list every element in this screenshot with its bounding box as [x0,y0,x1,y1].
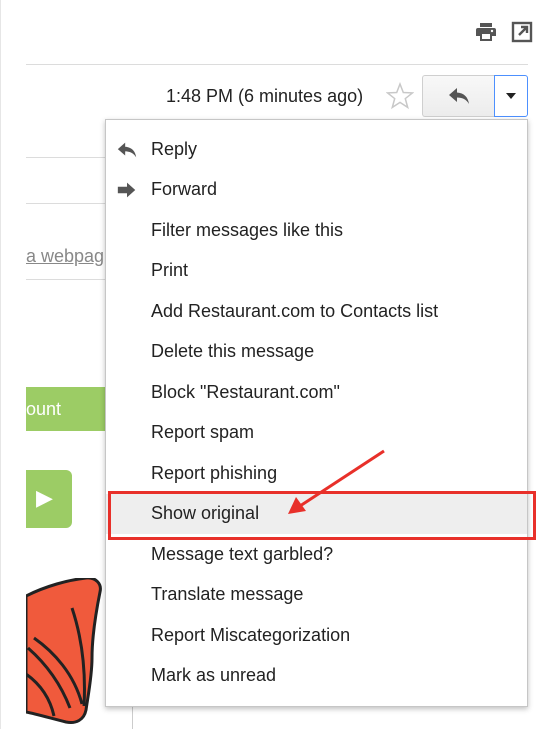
background-divider [26,203,106,204]
menu-item-report-phishing[interactable]: Report phishing [106,454,527,494]
menu-item-label: Message text garbled? [151,544,334,564]
menu-item-print[interactable]: Print [106,251,527,291]
menu-item-show-original[interactable]: Show original [106,494,527,534]
menu-item-label: Report spam [151,422,255,442]
star-icon[interactable] [385,81,415,110]
reply-icon [449,88,469,104]
forward-icon [117,182,136,198]
chevron-down-icon [506,93,516,99]
menu-item-message-text-garbled[interactable]: Message text garbled? [106,535,527,575]
more-options-button[interactable] [494,75,528,117]
menu-item-block-sender[interactable]: Block "Restaurant.com" [106,373,527,413]
menu-item-mark-as-unread[interactable]: Mark as unread [106,656,527,696]
account-button-label: ount [26,399,62,419]
account-button[interactable]: ount [26,387,108,431]
left-border [0,0,1,729]
menu-item-label: Print [151,260,189,280]
menu-item-report-miscategorization[interactable]: Report Miscategorization [106,616,527,656]
menu-item-label: Report Miscategorization [151,625,351,645]
menu-item-report-spam[interactable]: Report spam [106,413,527,453]
menu-item-label: Forward [151,179,218,199]
open-new-window-icon[interactable] [510,20,534,44]
play-icon: ▶ [36,485,53,510]
menu-item-delete-message[interactable]: Delete this message [106,332,527,372]
menu-item-label: Mark as unread [151,665,277,685]
reply-icon [117,142,137,158]
red-illustration [26,578,102,724]
menu-item-label: Add Restaurant.com to Contacts list [151,301,439,321]
menu-item-label: Block "Restaurant.com" [151,382,340,402]
header-divider [26,64,528,65]
menu-item-add-to-contacts[interactable]: Add Restaurant.com to Contacts list [106,292,527,332]
menu-item-reply[interactable]: Reply [106,130,527,170]
play-button[interactable]: ▶ [26,470,72,528]
background-divider [26,279,106,280]
menu-item-label: Filter messages like this [151,220,344,240]
message-actions-menu: Reply Forward Filter messages like this … [105,119,528,707]
menu-item-label: Report phishing [151,463,278,483]
background-divider [26,157,106,158]
print-icon[interactable] [474,20,498,44]
menu-item-filter-messages[interactable]: Filter messages like this [106,211,527,251]
menu-item-translate-message[interactable]: Translate message [106,575,527,615]
message-timestamp: 1:48 PM (6 minutes ago) [166,86,364,106]
reply-button[interactable] [422,75,495,117]
menu-item-label: Reply [151,139,198,159]
menu-item-label: Delete this message [151,341,315,361]
menu-item-label: Show original [151,503,260,523]
menu-item-label: Translate message [151,584,304,604]
webpage-link[interactable]: a webpag [26,246,104,267]
menu-item-forward[interactable]: Forward [106,170,527,210]
